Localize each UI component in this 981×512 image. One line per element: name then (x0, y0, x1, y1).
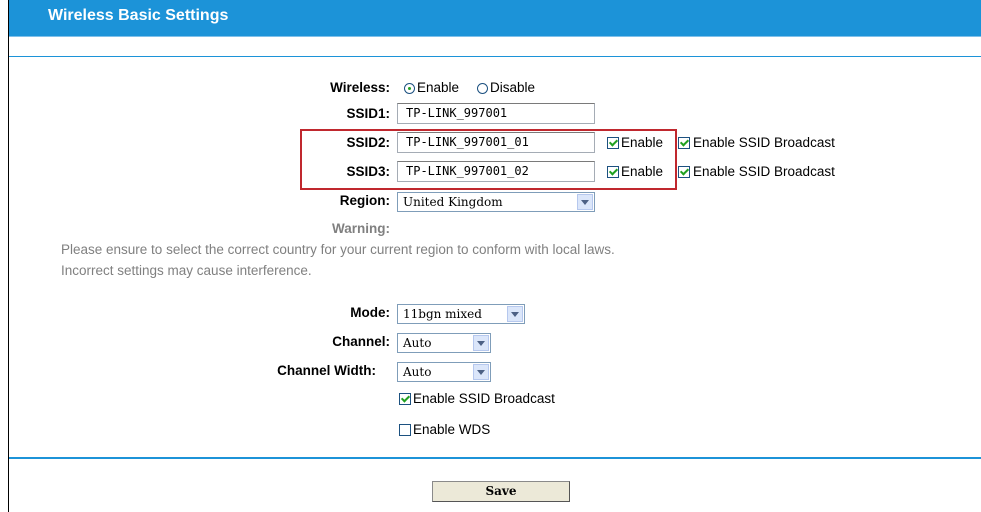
save-button[interactable]: Save (432, 481, 570, 502)
ssid3-broadcast-checkbox[interactable] (678, 166, 690, 178)
warning-text-line1: Please ensure to select the correct coun… (61, 242, 615, 257)
ssid-broadcast-checkbox[interactable] (399, 393, 411, 405)
ssid-highlight-box (300, 129, 677, 190)
wireless-disable-radio[interactable] (477, 83, 488, 94)
channel-width-select[interactable]: Auto (397, 362, 491, 382)
ssid3-broadcast-label: Enable SSID Broadcast (693, 164, 835, 179)
warning-label: Warning: (332, 221, 390, 236)
region-label: Region: (339, 193, 390, 208)
region-select[interactable]: United Kingdom (397, 192, 595, 212)
chevron-down-icon (473, 364, 489, 380)
region-select-value: United Kingdom (403, 195, 503, 209)
chevron-down-icon (473, 335, 489, 351)
wds-checkbox[interactable] (399, 424, 411, 436)
wireless-enable-label: Enable (417, 80, 460, 95)
ssid2-broadcast-checkbox[interactable] (678, 137, 690, 149)
channel-width-select-value: Auto (403, 365, 432, 379)
chevron-down-icon (507, 306, 523, 322)
channel-label: Channel: (332, 334, 390, 349)
mode-select-value: 11bgn mixed (403, 307, 482, 321)
wds-label: Enable WDS (413, 422, 491, 437)
wireless-enable-radio[interactable] (404, 83, 415, 94)
ssid2-broadcast-label: Enable SSID Broadcast (693, 135, 835, 150)
mode-label: Mode: (350, 305, 390, 320)
title-spacer (9, 37, 981, 57)
channel-select[interactable]: Auto (397, 333, 491, 353)
ssid1-label: SSID1: (346, 106, 390, 121)
channel-select-value: Auto (403, 336, 432, 350)
footer-divider (9, 457, 981, 459)
wireless-disable-label: Disable (490, 80, 536, 95)
chevron-down-icon (577, 194, 593, 210)
warning-text-line2: Incorrect settings may cause interferenc… (61, 263, 312, 278)
mode-select[interactable]: 11bgn mixed (397, 304, 525, 324)
title-bar: Wireless Basic Settings (9, 0, 981, 37)
page-title: Wireless Basic Settings (48, 7, 229, 24)
channel-width-label: Channel Width: (277, 363, 376, 378)
ssid1-input[interactable]: TP-LINK_997001 (397, 103, 595, 124)
ssid-broadcast-label: Enable SSID Broadcast (413, 391, 555, 406)
wireless-label: Wireless: (330, 80, 390, 95)
